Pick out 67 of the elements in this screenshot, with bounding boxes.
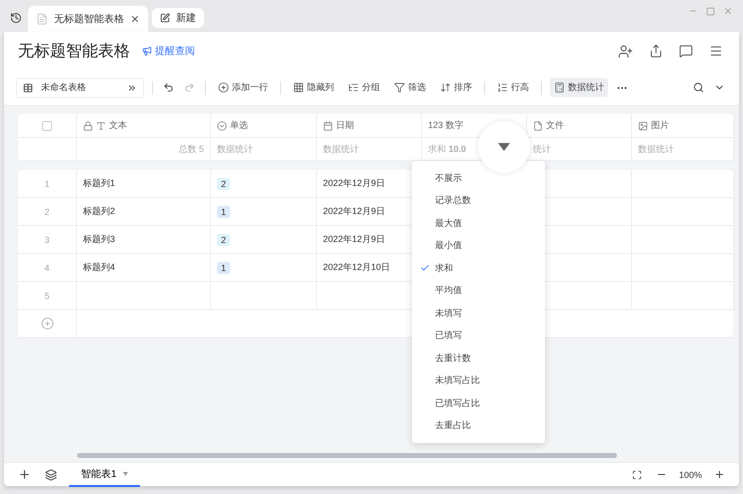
add-row-icon[interactable] (40, 317, 54, 330)
menu-item[interactable]: 未填写占比 (412, 370, 545, 392)
table-cell: 标题列2 (77, 198, 211, 226)
grid-icon (293, 82, 304, 93)
sheet-tab[interactable]: 智能表1 (69, 462, 140, 486)
browser-tab[interactable]: 无标题智能表格 (28, 6, 148, 32)
row-number: 3 (18, 226, 77, 254)
calculator-icon (554, 82, 565, 93)
menu-item[interactable]: 已填写 (412, 324, 545, 347)
option-tag: 1 (217, 262, 230, 274)
menu-item[interactable]: 未填写 (412, 302, 545, 324)
toolbar-button[interactable]: 数据统计 (550, 78, 608, 97)
text-field-icon (96, 120, 106, 130)
megaphone-icon (142, 46, 152, 56)
toolbar-button[interactable]: 分组 (344, 78, 384, 97)
menu-item[interactable]: 平均值 (412, 280, 545, 302)
document-icon (36, 13, 48, 25)
document-title: 无标题智能表格 (18, 42, 130, 62)
menu-item[interactable]: 已填写占比 (412, 392, 545, 414)
chevron-circle-icon (217, 120, 227, 130)
browser-tab[interactable]: 新建 (152, 8, 204, 28)
row-number: 4 (18, 254, 77, 282)
check-icon (420, 263, 430, 274)
history-icon[interactable] (8, 10, 24, 26)
column-header[interactable]: 文件 (527, 114, 632, 138)
column-header[interactable]: 日期 (317, 114, 422, 138)
row-number: 2 (18, 198, 77, 226)
remind-link[interactable]: 提醒查阅 (142, 44, 195, 58)
toolbar-button[interactable]: 行高 (493, 78, 533, 97)
toolbar-button[interactable]: 排序 (436, 78, 476, 97)
zoom-level: 100% (678, 470, 702, 480)
table-cell: 标题列3 (77, 226, 211, 254)
column-header[interactable]: 文本 (77, 114, 211, 138)
file-icon (533, 120, 543, 130)
option-tag: 2 (217, 234, 230, 246)
lock-icon (83, 120, 93, 130)
menu-item[interactable]: 去重占比 (412, 414, 545, 437)
toolbar-button[interactable]: 添加一行 (214, 78, 272, 97)
plus-circle-icon (218, 82, 229, 93)
search-icon[interactable] (691, 80, 706, 95)
filter-icon (394, 82, 405, 93)
table-cell: 标题列1 (77, 170, 211, 198)
caret-icon (122, 472, 128, 476)
select-all-checkbox[interactable] (42, 120, 52, 130)
table-cell: 标题列4 (77, 254, 211, 282)
table-name-field[interactable]: 未命名表格 (16, 78, 144, 98)
table-icon (23, 82, 33, 92)
dropdown-triangle-icon[interactable] (498, 143, 510, 151)
calendar-icon (323, 120, 333, 130)
scrollbar[interactable] (77, 453, 617, 458)
column-header[interactable]: 单选 (211, 114, 317, 138)
row-height-icon (497, 82, 508, 93)
layers-icon[interactable] (43, 466, 59, 482)
sort-icon (440, 82, 451, 93)
option-tag: 2 (217, 178, 230, 190)
close-icon[interactable] (130, 14, 140, 24)
menu-item[interactable]: 去重计数 (412, 347, 545, 370)
row-number: 1 (18, 170, 77, 198)
option-tag: 1 (217, 206, 230, 218)
double-chevron-icon (127, 82, 137, 92)
group-icon (348, 82, 359, 93)
toolbar-button[interactable]: 隐藏列 (289, 78, 338, 97)
toolbar-button[interactable]: 筛选 (390, 78, 430, 97)
column-header[interactable]: 图片 (632, 114, 735, 138)
edit-icon (160, 13, 170, 23)
row-number: 5 (18, 282, 77, 310)
image-icon (638, 120, 648, 130)
